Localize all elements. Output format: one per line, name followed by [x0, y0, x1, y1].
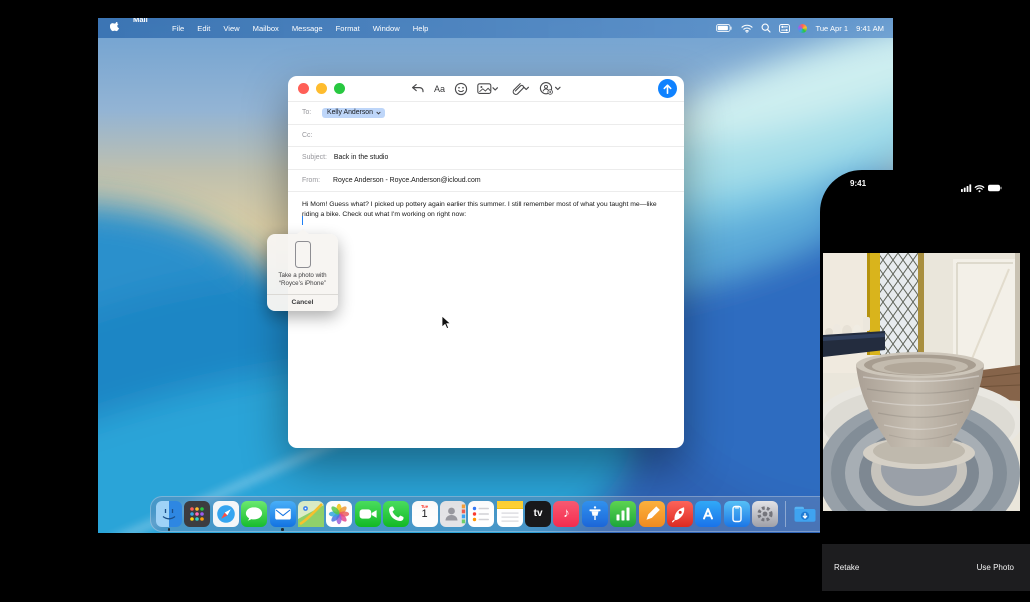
subject-label: Subject:: [302, 154, 327, 161]
dock-phone-icon[interactable]: [383, 501, 409, 527]
menubar-time[interactable]: 9:41 AM: [856, 24, 884, 33]
battery-icon: [988, 185, 1001, 191]
menu-item-mail-app[interactable]: Mail: [133, 18, 159, 41]
recipient-name: Kelly Anderson: [327, 109, 373, 116]
from-value: Royce Anderson - Royce.Anderson@icloud.c…: [333, 177, 481, 184]
popover-line1: Take a photo with: [270, 272, 335, 280]
mac-desktop: Mail File Edit View Mailbox Message Form…: [98, 18, 893, 533]
menu-bar: Mail File Edit View Mailbox Message Form…: [98, 18, 893, 38]
iphone-status-time: 9:41: [850, 179, 866, 188]
dock-downloads-folder-icon[interactable]: [792, 501, 818, 527]
dock-maps-icon[interactable]: [298, 501, 324, 527]
calendar-day: 1: [412, 508, 438, 520]
popover-text: Take a photo with “Royce’s iPhone”: [267, 272, 338, 289]
chevron-down-icon: [376, 111, 381, 115]
dock: Tue 1 tv ♪: [150, 496, 842, 532]
cellular-signal-icon: [961, 184, 971, 192]
text-caret: [302, 216, 303, 225]
dock-numbers-icon[interactable]: [610, 501, 636, 527]
menu-item-help[interactable]: Help: [413, 24, 429, 33]
iphone-outline-icon: [295, 241, 311, 268]
menu-item-edit[interactable]: Edit: [197, 24, 210, 33]
attach-file-button[interactable]: [508, 81, 530, 96]
mail-compose-window: Aa To: Kelly Anderson: [288, 76, 684, 448]
dock-system-settings-icon[interactable]: [752, 501, 778, 527]
dock-finder-icon[interactable]: [156, 501, 182, 527]
subject-field[interactable]: Subject: Back in the studio: [288, 147, 684, 170]
dock-keynote-icon[interactable]: [582, 501, 608, 527]
dock-photos-icon[interactable]: [326, 501, 352, 527]
dock-separator: [785, 501, 786, 527]
send-button[interactable]: [658, 79, 677, 98]
dock-notes-icon[interactable]: [497, 501, 523, 527]
emoji-picker-icon[interactable]: [454, 82, 468, 96]
retake-button[interactable]: Retake: [834, 563, 859, 572]
format-text-button[interactable]: Aa: [434, 84, 445, 94]
battery-icon[interactable]: [716, 24, 733, 33]
dock-calendar-icon[interactable]: Tue 1: [412, 501, 438, 527]
photo-browser-button[interactable]: [477, 82, 499, 96]
menu-item-mailbox[interactable]: Mailbox: [253, 24, 279, 33]
apple-logo-icon[interactable]: [110, 22, 120, 34]
camera-controls-bar: Retake Use Photo: [822, 544, 1030, 591]
cc-label: Cc:: [302, 132, 315, 139]
menu-item-file[interactable]: File: [172, 24, 184, 33]
menu-item-window[interactable]: Window: [373, 24, 400, 33]
spotlight-search-icon[interactable]: [761, 23, 771, 33]
from-label: From:: [302, 177, 326, 184]
menu-item-format[interactable]: Format: [336, 24, 360, 33]
to-label: To:: [302, 109, 315, 116]
menu-item-message[interactable]: Message: [292, 24, 323, 33]
dock-tv-icon[interactable]: tv: [525, 501, 551, 527]
dock-appstore-icon[interactable]: [695, 501, 721, 527]
popover-line2: “Royce’s iPhone”: [270, 280, 335, 288]
control-center-icon[interactable]: [779, 24, 790, 33]
wifi-icon[interactable]: [741, 24, 753, 33]
siri-icon[interactable]: [798, 24, 807, 33]
tv-label: tv: [525, 508, 551, 519]
dock-music-icon[interactable]: ♪: [553, 501, 579, 527]
cancel-button[interactable]: Cancel: [267, 295, 338, 311]
compose-toolbar: Aa: [288, 76, 684, 102]
dock-pages-icon[interactable]: [639, 501, 665, 527]
dock-messages-icon[interactable]: [241, 501, 267, 527]
dock-launchpad-icon[interactable]: [184, 501, 210, 527]
dock-rocket-icon[interactable]: [667, 501, 693, 527]
cc-field[interactable]: Cc:: [288, 125, 684, 148]
recipient-token[interactable]: Kelly Anderson: [322, 108, 385, 119]
dock-facetime-icon[interactable]: [355, 501, 381, 527]
dock-safari-icon[interactable]: [213, 501, 239, 527]
iphone-continuity-camera: 9:41: [820, 170, 1030, 602]
mouse-cursor: [441, 315, 452, 335]
from-field[interactable]: From: Royce Anderson - Royce.Anderson@ic…: [288, 170, 684, 193]
undo-icon[interactable]: [410, 82, 425, 95]
camera-preview-photo: [823, 253, 1020, 511]
wifi-icon: [975, 186, 984, 192]
iphone-status-icons: [961, 180, 1003, 198]
dock-reminders-icon[interactable]: [468, 501, 494, 527]
menu-item-view[interactable]: View: [223, 24, 239, 33]
use-photo-button[interactable]: Use Photo: [977, 563, 1014, 572]
subject-value: Back in the studio: [334, 154, 388, 161]
dock-contacts-icon[interactable]: [440, 501, 466, 527]
menubar-date[interactable]: Tue Apr 1: [815, 24, 848, 33]
dock-iphone-mirroring-icon[interactable]: [724, 501, 750, 527]
dock-mail-icon[interactable]: [270, 501, 296, 527]
insert-from-iphone-button[interactable]: [539, 81, 562, 96]
to-field[interactable]: To: Kelly Anderson: [288, 102, 684, 125]
continuity-camera-popover: Take a photo with “Royce’s iPhone” Cance…: [267, 234, 338, 311]
message-body[interactable]: Hi Mom! Guess what? I picked up pottery …: [288, 192, 684, 221]
music-note-glyph: ♪: [553, 505, 579, 520]
